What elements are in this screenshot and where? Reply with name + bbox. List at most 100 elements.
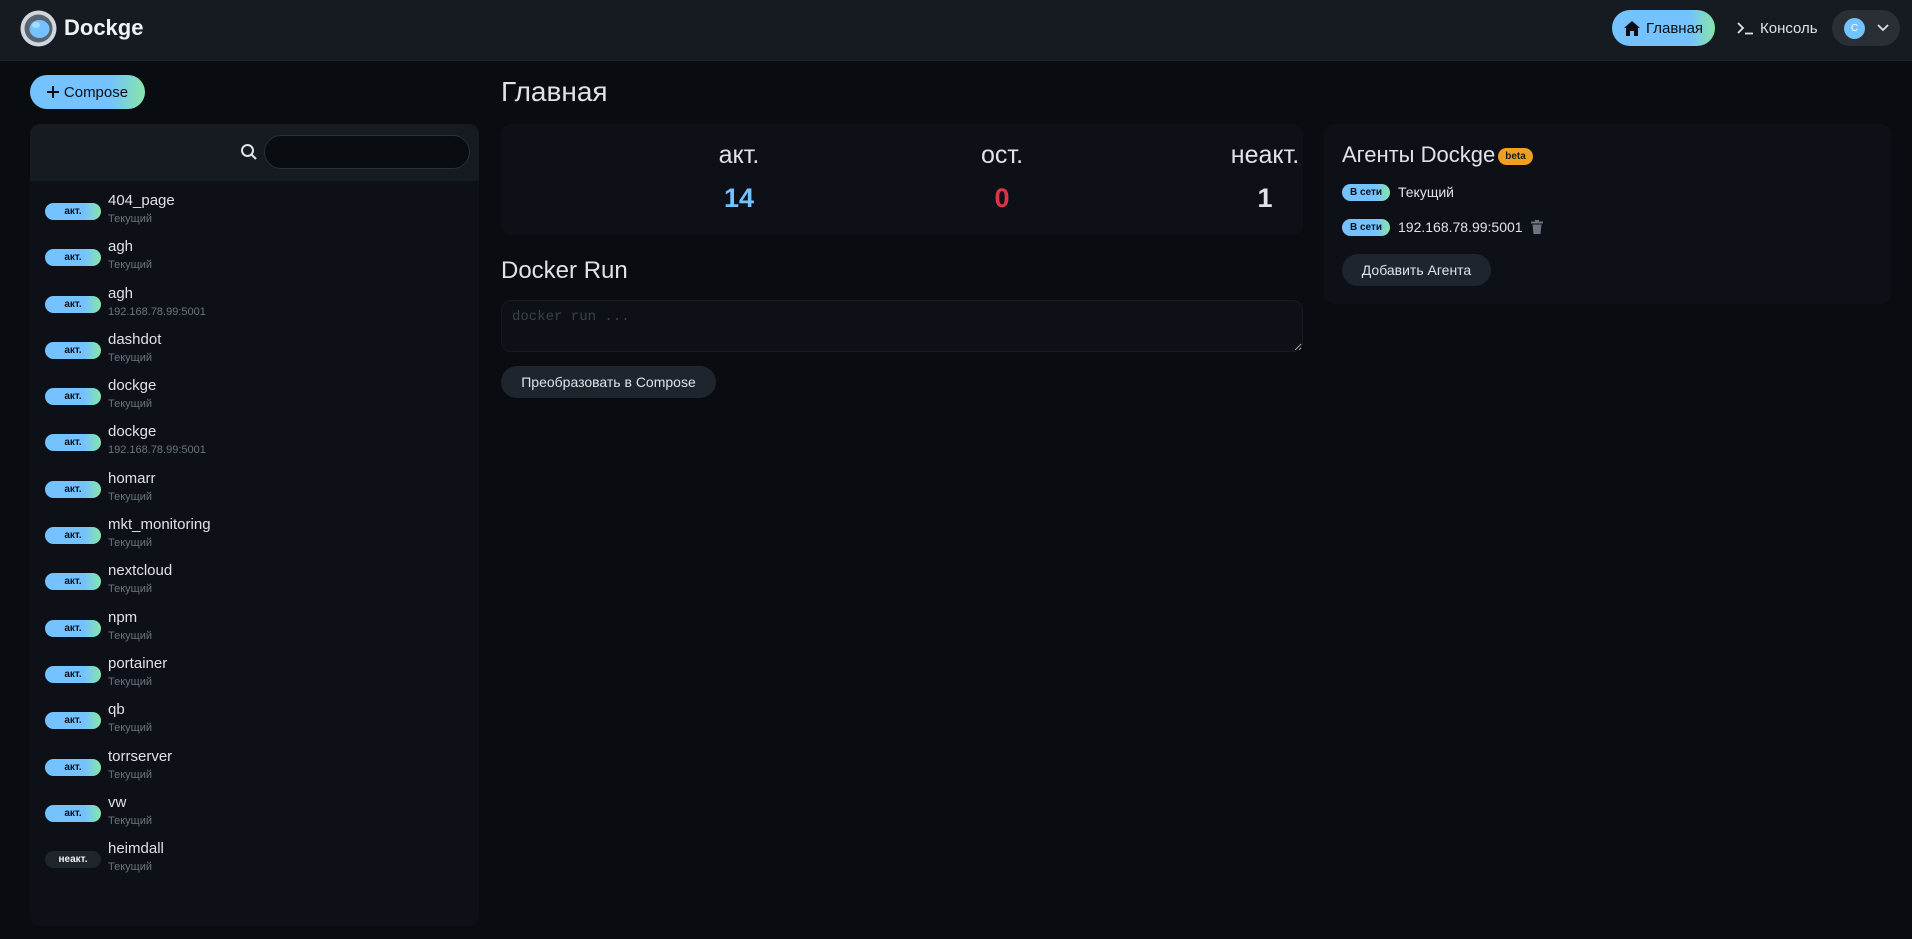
add-agent-button[interactable]: Добавить Агента bbox=[1342, 254, 1491, 286]
stack-list-item[interactable]: акт. homarr Текущий bbox=[30, 467, 479, 513]
stack-list-item[interactable]: акт. torrserver Текущий bbox=[30, 745, 479, 791]
stack-list-item[interactable]: акт. mkt_monitoring Текущий bbox=[30, 513, 479, 559]
stack-agent: Текущий bbox=[108, 213, 152, 225]
stack-agent: Текущий bbox=[108, 814, 152, 827]
top-navbar: Dockge Главная Консоль C bbox=[0, 0, 1912, 61]
status-badge: акт. bbox=[45, 388, 101, 406]
stat-active-label: акт. bbox=[718, 141, 760, 169]
search-input[interactable] bbox=[264, 135, 470, 169]
status-badge: акт. bbox=[45, 665, 101, 683]
sidebar-header bbox=[30, 124, 479, 181]
stack-list-item[interactable]: неакт. heimdall Текущий bbox=[30, 837, 479, 883]
status-badge: акт. bbox=[45, 619, 101, 637]
stack-agent: Текущий bbox=[108, 722, 152, 735]
stack-agent: Текущий bbox=[108, 351, 152, 364]
stack-agent: Текущий bbox=[108, 537, 152, 550]
stack-list-item[interactable]: акт. dashdot Текущий bbox=[30, 328, 479, 374]
status-badge: акт. bbox=[45, 712, 101, 730]
stack-name: npm bbox=[108, 608, 138, 626]
beta-badge: beta bbox=[1498, 148, 1533, 165]
stat-active: акт. 14 bbox=[639, 141, 839, 214]
stat-active-value: 14 bbox=[723, 183, 755, 213]
status-badge: акт. bbox=[45, 249, 101, 267]
plus-icon bbox=[46, 86, 59, 98]
status-badge: акт. bbox=[45, 758, 101, 776]
stack-agent: Текущий bbox=[108, 259, 152, 272]
stat-exited: ост. 0 bbox=[902, 141, 1102, 214]
avatar: C bbox=[1844, 17, 1865, 39]
status-badge: неакт. bbox=[45, 851, 101, 869]
stack-list-item[interactable]: акт. dockge Текущий bbox=[30, 374, 479, 420]
stack-name: dockge bbox=[108, 377, 157, 395]
agents-title: Агенты Dockge bbox=[1342, 142, 1496, 167]
stack-list-item[interactable]: акт. agh Текущий bbox=[30, 235, 479, 281]
status-badge: акт. bbox=[45, 203, 101, 220]
stats-card: акт. 14 ост. 0 неакт. 1 bbox=[501, 124, 1303, 235]
compose-button-label: Compose bbox=[63, 83, 129, 101]
status-badge: акт. bbox=[45, 480, 101, 498]
search-icon bbox=[241, 144, 257, 160]
stack-list-item[interactable]: акт. vw Текущий bbox=[30, 791, 479, 837]
nav-home-button[interactable]: Главная bbox=[1612, 10, 1715, 46]
status-badge: акт. bbox=[45, 434, 101, 452]
trash-icon[interactable] bbox=[1530, 220, 1543, 234]
stack-agent: Текущий bbox=[108, 490, 152, 503]
docker-run-title: Docker Run bbox=[501, 257, 628, 284]
stack-name: homarr bbox=[108, 469, 156, 487]
status-badge: акт. bbox=[45, 804, 101, 822]
status-badge: акт. bbox=[45, 573, 101, 591]
stat-exited-label: ост. bbox=[980, 141, 1024, 169]
profile-dropdown[interactable]: C bbox=[1832, 10, 1900, 46]
stack-name: qb bbox=[108, 701, 125, 719]
compose-button[interactable]: Compose bbox=[30, 75, 145, 109]
stack-name: heimdall bbox=[108, 840, 164, 858]
online-badge: В сети bbox=[1342, 183, 1390, 201]
stack-agent: Текущий bbox=[108, 629, 152, 642]
stack-name: torrserver bbox=[108, 747, 173, 765]
stack-list-item[interactable]: акт. nextcloud Текущий bbox=[30, 559, 479, 605]
stack-list: акт. 404_page Текущий акт. agh Текущий акт. agh… bbox=[30, 181, 479, 883]
stack-list-item[interactable]: акт. portainer Текущий bbox=[30, 652, 479, 698]
status-badge: акт. bbox=[45, 295, 101, 313]
stack-list-item[interactable]: акт. npm Текущий bbox=[30, 606, 479, 652]
chevron-down-icon bbox=[1877, 24, 1889, 32]
stack-agent: Текущий bbox=[108, 675, 152, 688]
stack-list-item[interactable]: акт. agh 192.168.78.99:5001 bbox=[30, 282, 479, 328]
stack-list-item[interactable]: акт. 404_page Текущий bbox=[30, 189, 479, 235]
stack-name: agh bbox=[108, 284, 134, 302]
stack-agent: Текущий bbox=[108, 768, 152, 781]
stack-agent: Текущий bbox=[108, 861, 152, 874]
stack-name: portainer bbox=[108, 654, 168, 672]
stack-sidebar: акт. 404_page Текущий акт. agh Текущий акт. agh… bbox=[30, 124, 479, 926]
stack-agent: 192.168.78.99:5001 bbox=[108, 305, 206, 318]
agent-row: В сети 192.168.78.99:5001 bbox=[1342, 216, 1543, 238]
stack-name: 404_page bbox=[108, 192, 175, 209]
nav-console-label: Консоль bbox=[1760, 19, 1818, 37]
status-badge: акт. bbox=[45, 341, 101, 359]
stack-name: nextcloud bbox=[108, 562, 173, 580]
stack-agent: Текущий bbox=[108, 398, 152, 411]
docker-run-input[interactable] bbox=[501, 300, 1303, 352]
convert-to-compose-button[interactable]: Преобразовать в Compose bbox=[501, 366, 716, 398]
dockge-logo-icon[interactable] bbox=[20, 10, 57, 47]
agent-name: Текущий bbox=[1398, 184, 1454, 200]
status-badge: акт. bbox=[45, 527, 101, 545]
agent-name: 192.168.78.99:5001 bbox=[1398, 219, 1523, 235]
home-icon bbox=[1623, 20, 1640, 36]
stack-list-item[interactable]: акт. dockge 192.168.78.99:5001 bbox=[30, 420, 479, 466]
stack-name: dashdot bbox=[108, 330, 162, 348]
page-title: Главная bbox=[501, 76, 608, 107]
stack-name: mkt_monitoring bbox=[108, 516, 211, 534]
stack-agent: 192.168.78.99:5001 bbox=[108, 444, 206, 457]
stack-name: vw bbox=[108, 793, 127, 811]
nav-console-button[interactable]: Консоль bbox=[1733, 10, 1822, 46]
nav-home-label: Главная bbox=[1645, 19, 1704, 37]
stack-agent: Текущий bbox=[108, 583, 152, 596]
stat-exited-value: 0 bbox=[994, 183, 1010, 213]
agents-card: Агенты Dockge beta В сети Текущий В сети… bbox=[1324, 124, 1891, 304]
terminal-icon bbox=[1737, 22, 1753, 35]
app-title[interactable]: Dockge bbox=[64, 15, 143, 41]
agent-row: В сети Текущий bbox=[1342, 181, 1454, 203]
stack-name: dockge bbox=[108, 423, 157, 441]
stack-list-item[interactable]: акт. qb Текущий bbox=[30, 698, 479, 744]
